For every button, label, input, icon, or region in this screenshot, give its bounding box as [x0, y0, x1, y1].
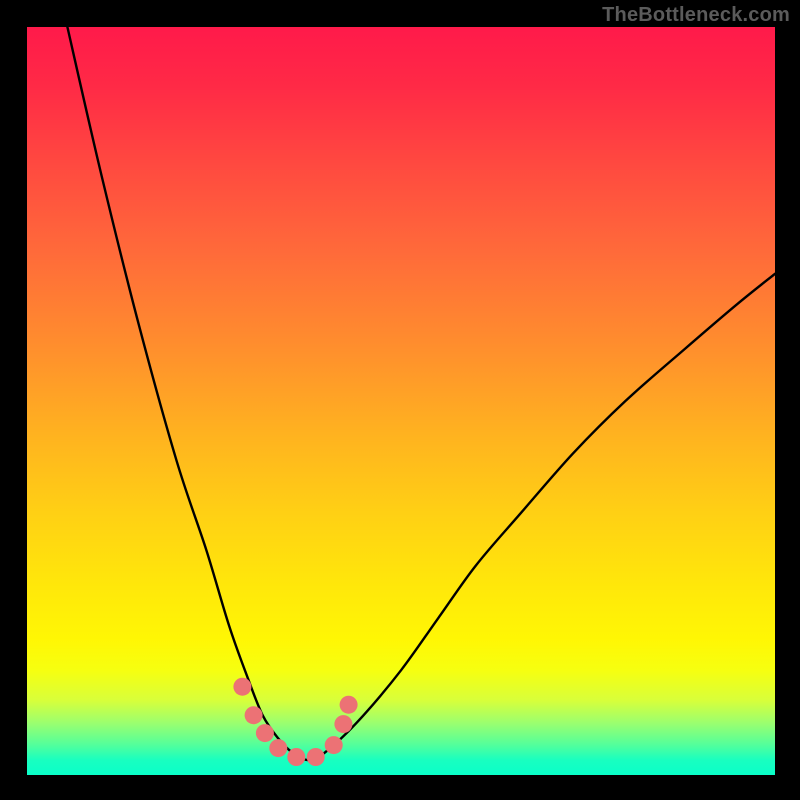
chart-frame: TheBottleneck.com: [0, 0, 800, 800]
curve-marker: [233, 678, 251, 696]
bottleneck-curve: [67, 27, 775, 760]
curve-marker: [325, 736, 343, 754]
curve-marker: [307, 748, 325, 766]
curve-marker: [340, 696, 358, 714]
attribution-watermark: TheBottleneck.com: [602, 4, 790, 27]
curve-marker: [256, 724, 274, 742]
chart-plot-svg: [27, 27, 775, 775]
curve-marker: [334, 715, 352, 733]
curve-marker: [269, 739, 287, 757]
curve-marker: [245, 706, 263, 724]
curve-marker: [287, 748, 305, 766]
